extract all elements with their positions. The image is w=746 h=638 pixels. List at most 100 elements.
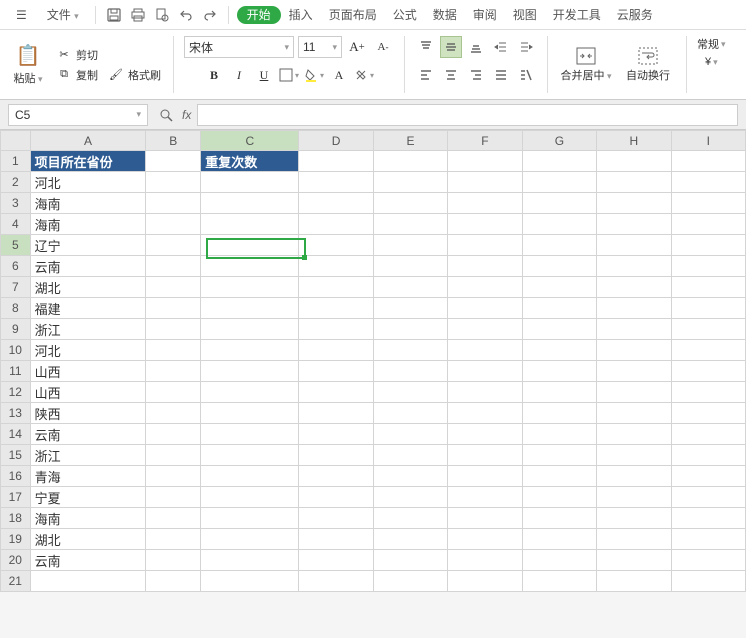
cell-B8[interactable]	[146, 298, 201, 319]
cell-F15[interactable]	[448, 445, 522, 466]
cell-G16[interactable]	[522, 466, 596, 487]
cell-D2[interactable]	[299, 172, 373, 193]
cell-H11[interactable]	[597, 361, 671, 382]
cell-F21[interactable]	[448, 571, 522, 592]
align-right-icon[interactable]	[465, 64, 487, 86]
cell-G2[interactable]	[522, 172, 596, 193]
tab-2[interactable]: 页面布局	[321, 4, 385, 26]
row-header-1[interactable]: 1	[1, 151, 31, 172]
row-header-17[interactable]: 17	[1, 487, 31, 508]
cell-H13[interactable]	[597, 403, 671, 424]
cell-D3[interactable]	[299, 193, 373, 214]
cell-A11[interactable]: 山西	[30, 361, 146, 382]
cell-A6[interactable]: 云南	[30, 256, 146, 277]
function-wizard-icon[interactable]	[156, 105, 176, 125]
print-icon[interactable]	[128, 5, 148, 25]
align-middle-icon[interactable]	[440, 36, 462, 58]
cell-A9[interactable]: 浙江	[30, 319, 146, 340]
cell-I11[interactable]	[671, 361, 746, 382]
cell-B4[interactable]	[146, 214, 201, 235]
cell-E1[interactable]	[373, 151, 447, 172]
file-menu[interactable]: 文件 ▾	[39, 2, 87, 27]
align-center-icon[interactable]	[440, 64, 462, 86]
cell-G12[interactable]	[522, 382, 596, 403]
cell-D20[interactable]	[299, 550, 373, 571]
cell-I17[interactable]	[671, 487, 746, 508]
redo-icon[interactable]	[200, 5, 220, 25]
copy-button[interactable]: ⧉复制	[54, 66, 100, 84]
tab-5[interactable]: 审阅	[465, 4, 505, 26]
row-header-15[interactable]: 15	[1, 445, 31, 466]
number-format-select[interactable]: 常规 ▾	[697, 36, 726, 52]
cell-G14[interactable]	[522, 424, 596, 445]
col-header-G[interactable]: G	[522, 131, 596, 151]
cell-C21[interactable]	[201, 571, 299, 592]
cell-E18[interactable]	[373, 508, 447, 529]
row-header-21[interactable]: 21	[1, 571, 31, 592]
cell-I9[interactable]	[671, 319, 746, 340]
cell-B13[interactable]	[146, 403, 201, 424]
cell-E13[interactable]	[373, 403, 447, 424]
cell-E16[interactable]	[373, 466, 447, 487]
bold-button[interactable]: B	[203, 64, 225, 86]
cell-A19[interactable]: 湖北	[30, 529, 146, 550]
cell-H21[interactable]	[597, 571, 671, 592]
cell-C14[interactable]	[201, 424, 299, 445]
cell-E8[interactable]	[373, 298, 447, 319]
cell-F8[interactable]	[448, 298, 522, 319]
orientation-icon[interactable]	[515, 64, 537, 86]
underline-button[interactable]: U	[253, 64, 275, 86]
cell-F2[interactable]	[448, 172, 522, 193]
cell-H19[interactable]	[597, 529, 671, 550]
cell-B17[interactable]	[146, 487, 201, 508]
cell-C9[interactable]	[201, 319, 299, 340]
cell-F18[interactable]	[448, 508, 522, 529]
cell-F20[interactable]	[448, 550, 522, 571]
justify-icon[interactable]	[490, 64, 512, 86]
cell-F12[interactable]	[448, 382, 522, 403]
cell-I16[interactable]	[671, 466, 746, 487]
cell-E6[interactable]	[373, 256, 447, 277]
cell-C19[interactable]	[201, 529, 299, 550]
col-header-A[interactable]: A	[30, 131, 146, 151]
row-header-11[interactable]: 11	[1, 361, 31, 382]
cell-D10[interactable]	[299, 340, 373, 361]
cell-H15[interactable]	[597, 445, 671, 466]
cell-C3[interactable]	[201, 193, 299, 214]
cell-H16[interactable]	[597, 466, 671, 487]
cell-I12[interactable]	[671, 382, 746, 403]
cell-C6[interactable]	[201, 256, 299, 277]
tab-7[interactable]: 开发工具	[545, 4, 609, 26]
cell-D8[interactable]	[299, 298, 373, 319]
cell-G15[interactable]	[522, 445, 596, 466]
cell-A2[interactable]: 河北	[30, 172, 146, 193]
cell-H3[interactable]	[597, 193, 671, 214]
cell-I20[interactable]	[671, 550, 746, 571]
cell-C12[interactable]	[201, 382, 299, 403]
cell-B21[interactable]	[146, 571, 201, 592]
cell-B15[interactable]	[146, 445, 201, 466]
cell-I6[interactable]	[671, 256, 746, 277]
row-header-9[interactable]: 9	[1, 319, 31, 340]
cell-F13[interactable]	[448, 403, 522, 424]
cell-G7[interactable]	[522, 277, 596, 298]
cell-F14[interactable]	[448, 424, 522, 445]
cell-E17[interactable]	[373, 487, 447, 508]
cell-H18[interactable]	[597, 508, 671, 529]
cell-B14[interactable]	[146, 424, 201, 445]
row-header-6[interactable]: 6	[1, 256, 31, 277]
cell-G5[interactable]	[522, 235, 596, 256]
cell-B1[interactable]	[146, 151, 201, 172]
cell-H9[interactable]	[597, 319, 671, 340]
undo-icon[interactable]	[176, 5, 196, 25]
cell-D21[interactable]	[299, 571, 373, 592]
cell-D14[interactable]	[299, 424, 373, 445]
cell-I1[interactable]	[671, 151, 746, 172]
formula-input[interactable]	[197, 104, 738, 126]
cell-I15[interactable]	[671, 445, 746, 466]
cell-C16[interactable]	[201, 466, 299, 487]
cell-F17[interactable]	[448, 487, 522, 508]
cell-H17[interactable]	[597, 487, 671, 508]
cell-B10[interactable]	[146, 340, 201, 361]
align-left-icon[interactable]	[415, 64, 437, 86]
